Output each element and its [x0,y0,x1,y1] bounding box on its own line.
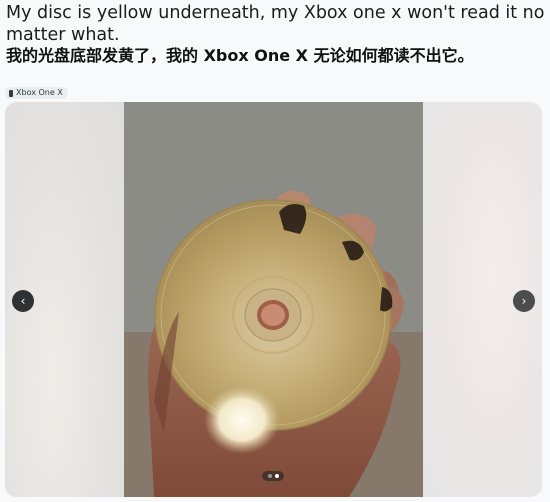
post-title-translation: 我的光盘底部发黄了，我的 Xbox One X 无论如何都读不出它。 [6,46,474,65]
post-flair-label: Xbox One X [16,88,63,97]
gallery-image[interactable] [124,102,423,497]
post-flair[interactable]: Xbox One X [5,87,68,99]
pagination-dot-active[interactable] [274,474,279,478]
gallery-pagination [262,471,284,481]
chevron-left-icon: ‹ [20,294,26,308]
gallery-next-button[interactable]: › [513,290,535,312]
disc-photo [124,102,423,497]
image-gallery[interactable]: ‹ › [5,102,542,497]
console-icon [9,89,13,97]
pagination-dot[interactable] [267,474,272,478]
chevron-right-icon: › [521,294,527,308]
gallery-prev-button[interactable]: ‹ [12,290,34,312]
post-title: My disc is yellow underneath, my Xbox on… [6,3,545,45]
